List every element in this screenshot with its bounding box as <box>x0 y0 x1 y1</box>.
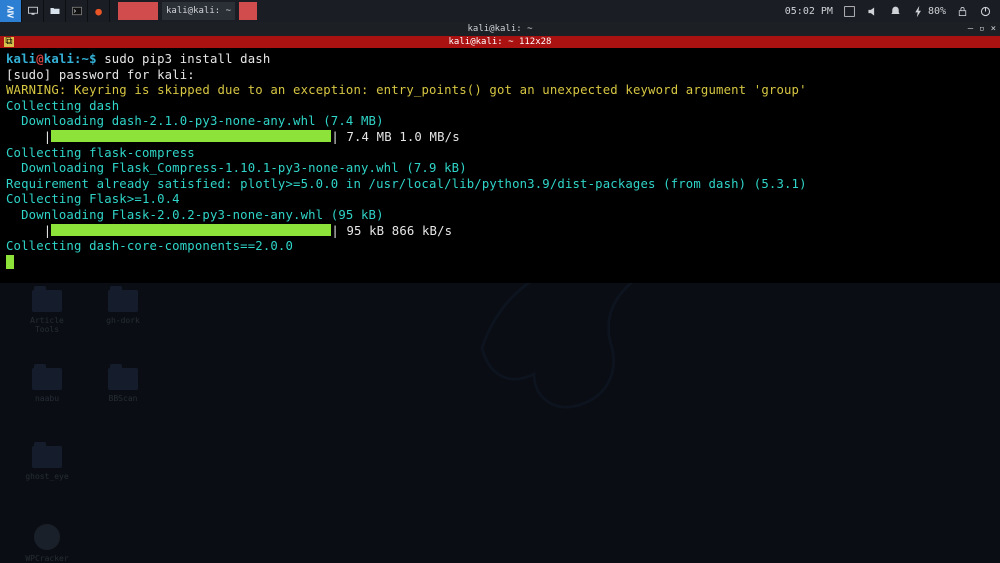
desktop-icon-ghost-eye[interactable]: ghost_eye <box>20 446 74 481</box>
folder-icon <box>32 446 62 468</box>
progress-bar-pipe: | <box>331 224 339 238</box>
kali-menu-button[interactable]: ⋛ <box>0 0 22 22</box>
task-item-minimized[interactable] <box>239 2 257 20</box>
task-item-desktop[interactable] <box>118 2 158 20</box>
notifications-icon[interactable] <box>889 5 902 18</box>
browser-launcher-button[interactable]: ● <box>88 0 110 22</box>
progress-bar-pipe: | <box>331 130 339 144</box>
output-line: Downloading Flask_Compress-1.10.1-py3-no… <box>6 161 467 175</box>
system-tray: 05:02 PM 80% <box>785 0 1000 22</box>
desktop-icon-wpcracker[interactable]: WPCracker <box>20 524 74 563</box>
desktop-icon-label: gh-dork <box>96 316 150 325</box>
desktop-icon-label: BBScan <box>96 394 150 403</box>
prompt-host: kali <box>44 52 74 66</box>
volume-icon[interactable] <box>866 5 879 18</box>
task-item-terminal[interactable]: kali@kali: ~ <box>162 2 235 20</box>
cursor <box>6 255 14 269</box>
output-line: Collecting dash-core-components==2.0.0 <box>6 239 293 253</box>
prompt-at: @ <box>36 52 44 66</box>
terminal-tab-bar: ⧉ kali@kali: ~ 112x28 <box>0 36 1000 48</box>
task-item-label: kali@kali: ~ <box>166 6 231 16</box>
workspace-switcher-icon[interactable] <box>843 5 856 18</box>
output-line: Downloading dash-2.1.0-py3-none-any.whl … <box>6 114 384 128</box>
output-line: Downloading Flask-2.0.2-py3-none-any.whl… <box>6 208 384 222</box>
window-minimize-button[interactable]: – <box>968 24 973 34</box>
progress-bar-prefix: | <box>6 224 51 238</box>
battery-charging-icon <box>912 5 925 18</box>
progress-bar-prefix: | <box>6 130 51 144</box>
output-warning: Keyring is skipped due to an exception: … <box>66 83 806 97</box>
gear-icon <box>34 524 60 550</box>
output-line: Requirement already satisfied: plotly>=5… <box>6 177 807 191</box>
lock-icon[interactable] <box>956 5 969 18</box>
window-title: kali@kali: ~ <box>467 24 532 34</box>
desktop-icon-label: ghost_eye <box>20 472 74 481</box>
progress-stat: 95 kB 866 kB/s <box>339 224 452 238</box>
terminal-tab-label[interactable]: kali@kali: ~ 112x28 <box>449 37 552 47</box>
output-line: [sudo] password for kali: <box>6 68 195 82</box>
firefox-icon: ● <box>95 5 102 18</box>
prompt-user: kali <box>6 52 36 66</box>
kali-logo-icon: ⋛ <box>7 4 14 18</box>
terminal-icon <box>71 5 83 17</box>
desktop-icon-gh-dork[interactable]: gh-dork <box>96 290 150 325</box>
window-controls: – ▫ × <box>968 22 996 36</box>
progress-bar <box>51 130 331 142</box>
launcher-tray: ⋛ ● <box>0 0 110 22</box>
output-line: Collecting flask-compress <box>6 146 195 160</box>
folder-icon <box>32 290 62 312</box>
desktop-icon-label: naabu <box>20 394 74 403</box>
progress-bar <box>51 224 331 236</box>
new-tab-button[interactable]: ⧉ <box>4 37 14 47</box>
folder-icon <box>49 5 61 17</box>
folder-icon <box>108 290 138 312</box>
output-line: Collecting Flask>=1.0.4 <box>6 192 180 206</box>
desktop-icon-label: WPCracker <box>20 554 74 563</box>
taskbar: ⋛ ● kali@kali: ~ 05:02 PM 80% <box>0 0 1000 22</box>
prompt-cwd: :~$ <box>74 52 104 66</box>
terminal-window: kali@kali: ~ – ▫ × ⧉ kali@kali: ~ 112x28… <box>0 22 1000 283</box>
folder-icon <box>108 368 138 390</box>
task-list: kali@kali: ~ <box>118 0 257 22</box>
desktop-icon-naabu[interactable]: naabu <box>20 368 74 403</box>
progress-stat: 7.4 MB 1.0 MB/s <box>339 130 460 144</box>
battery-percent: 80% <box>928 6 946 17</box>
show-desktop-button[interactable] <box>22 0 44 22</box>
file-manager-button[interactable] <box>44 0 66 22</box>
window-titlebar[interactable]: kali@kali: ~ – ▫ × <box>0 22 1000 36</box>
output-warning-prefix: WARNING: <box>6 83 66 97</box>
desktop-icon-label: Article Tools <box>20 316 74 334</box>
terminal-launcher-button[interactable] <box>66 0 88 22</box>
battery-indicator[interactable]: 80% <box>912 5 946 18</box>
desktop-icon-bbscan[interactable]: BBScan <box>96 368 150 403</box>
command-text: sudo pip3 install dash <box>104 52 270 66</box>
desktop-icon <box>27 5 39 17</box>
window-maximize-button[interactable]: ▫ <box>979 24 984 34</box>
window-close-button[interactable]: × <box>991 24 996 34</box>
terminal-body[interactable]: kali@kali:~$ sudo pip3 install dash [sud… <box>0 48 1000 283</box>
power-icon[interactable] <box>979 5 992 18</box>
folder-icon <box>32 368 62 390</box>
desktop-icon-article-tools[interactable]: Article Tools <box>20 290 74 334</box>
clock[interactable]: 05:02 PM <box>785 6 833 17</box>
output-line: Collecting dash <box>6 99 119 113</box>
